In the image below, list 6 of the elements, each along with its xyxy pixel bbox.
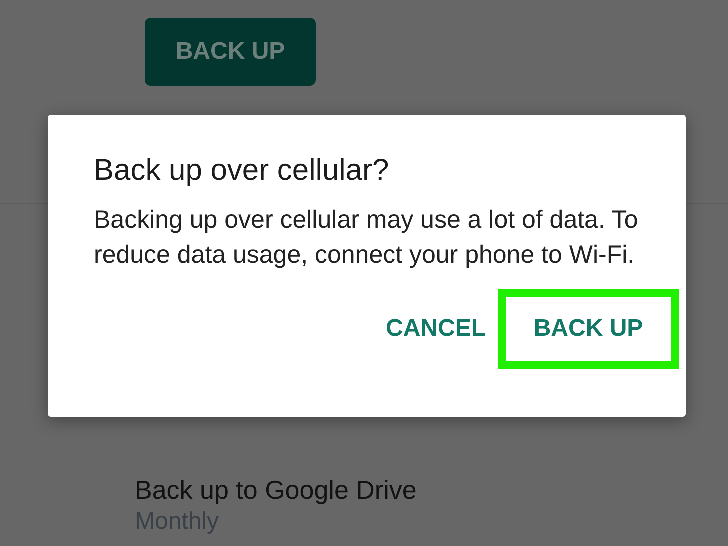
dialog-title: Back up over cellular? (94, 153, 390, 189)
dialog-message: Backing up over cellular may use a lot of data. To reduce data usage, connect your phone to Wi-Fi. (94, 205, 640, 270)
back-up-button[interactable]: BACK UP (145, 18, 316, 86)
list-item-title: Back up to Google Drive (135, 474, 418, 506)
cancel-button[interactable]: CANCEL (374, 289, 498, 369)
confirm-button[interactable]: BACK UP (498, 289, 679, 369)
